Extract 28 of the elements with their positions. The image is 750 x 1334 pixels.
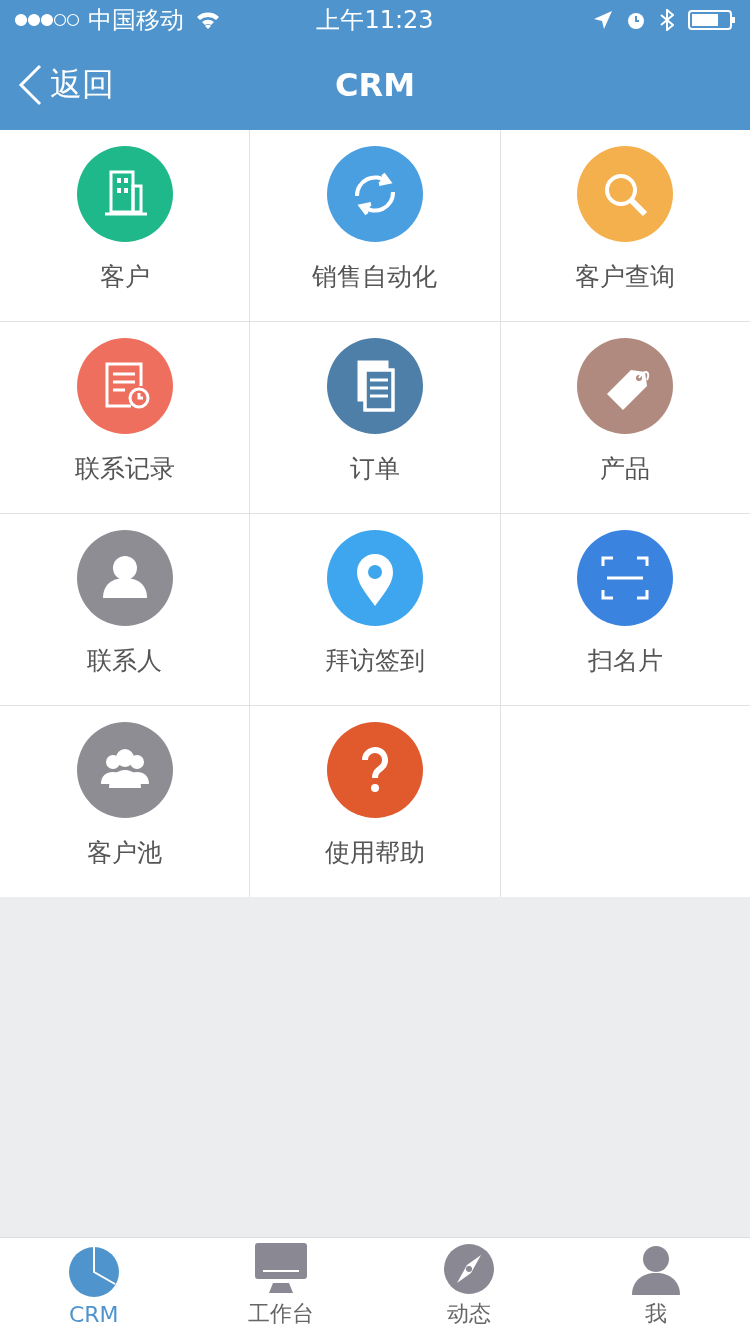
- menu-tile[interactable]: 客户: [0, 130, 250, 321]
- menu-tile[interactable]: 订单: [250, 322, 500, 513]
- person-icon: [630, 1243, 683, 1295]
- menu-tile[interactable]: 联系记录: [0, 322, 250, 513]
- menu-tile[interactable]: 销售自动化: [250, 130, 500, 321]
- compass-icon: [442, 1243, 495, 1295]
- tab-item[interactable]: 工作台: [187, 1238, 375, 1334]
- bluetooth-icon: [660, 9, 674, 31]
- signal-icon: [14, 13, 80, 27]
- menu-tile[interactable]: 客户查询: [500, 130, 750, 321]
- chevron-left-icon: [18, 64, 42, 106]
- monitor-icon: [255, 1243, 308, 1295]
- wifi-icon: [196, 11, 220, 29]
- menu-tile[interactable]: 扫名片: [500, 514, 750, 705]
- tab-item[interactable]: 动态: [375, 1238, 563, 1334]
- menu-tile[interactable]: 产品: [500, 322, 750, 513]
- location-arrow-icon: [594, 11, 612, 29]
- menu-tile[interactable]: 拜访签到: [250, 514, 500, 705]
- page-title: CRM: [335, 66, 415, 104]
- menu-tile[interactable]: 使用帮助: [250, 706, 500, 897]
- carrier-name: 中国移动: [88, 5, 184, 36]
- alarm-icon: [626, 10, 646, 30]
- menu-tile[interactable]: 联系人: [0, 514, 250, 705]
- pie-chart-icon: [67, 1245, 120, 1298]
- tab-item[interactable]: 我: [562, 1238, 750, 1334]
- menu-tile[interactable]: 客户池: [0, 706, 250, 897]
- battery-icon: [688, 10, 736, 30]
- status-time: 上午11:23: [316, 5, 434, 36]
